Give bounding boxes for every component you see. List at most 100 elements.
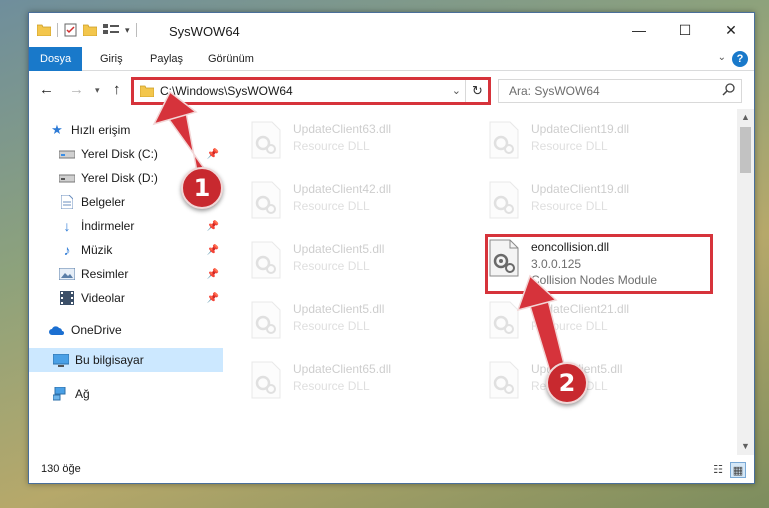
sidebar-item-music[interactable]: ♪ Müzik 📌 xyxy=(29,238,223,262)
sidebar-item-label: Videolar xyxy=(81,291,125,305)
forward-button[interactable]: → xyxy=(69,81,84,98)
computer-icon xyxy=(53,352,69,368)
window-title: SysWOW64 xyxy=(169,24,240,39)
scroll-up-arrow[interactable]: ▲ xyxy=(737,109,754,126)
document-icon xyxy=(59,194,75,210)
minimize-button[interactable]: — xyxy=(616,13,662,47)
properties-icon[interactable] xyxy=(64,23,77,37)
sidebar-item-label: Yerel Disk (C:) xyxy=(81,147,158,161)
vertical-scrollbar[interactable]: ▲ ▼ xyxy=(737,109,754,455)
dll-file-icon xyxy=(251,181,281,219)
sidebar-item-onedrive[interactable]: OneDrive xyxy=(29,318,223,342)
file-name: UpdateClient42.dll xyxy=(293,182,392,196)
file-name: UpdateClient65.dll xyxy=(293,362,392,376)
file-item[interactable]: UpdateClient19.dll Resource DLL xyxy=(483,175,703,225)
sidebar-item-label: Ağ xyxy=(75,387,90,401)
pin-icon[interactable]: 📌 xyxy=(207,221,219,232)
item-count: 130 öğe xyxy=(41,463,81,475)
step-1-badge: 1 xyxy=(181,167,223,209)
details-view-icon[interactable]: ☷ xyxy=(710,462,726,478)
music-icon: ♪ xyxy=(63,242,71,258)
up-button[interactable]: ↑ xyxy=(113,81,121,98)
file-type: Resource DLL xyxy=(293,139,370,153)
tab-share[interactable]: Paylaş xyxy=(139,47,194,71)
file-name: UpdateClient19.dll xyxy=(531,122,630,136)
ribbon-tabs: Dosya Giriş Paylaş Görünüm ⌄ ? xyxy=(29,47,754,71)
title-bar: ▾ SysWOW64 — ☐ ✕ xyxy=(29,13,754,47)
expand-ribbon-icon[interactable]: ⌄ xyxy=(718,52,726,63)
scrollbar-thumb[interactable] xyxy=(740,127,751,173)
recent-locations-dropdown[interactable]: ▾ xyxy=(95,85,100,96)
sidebar-item-label: Yerel Disk (D:) xyxy=(81,171,158,185)
file-item[interactable]: UpdateClient21.dll Resource DLL xyxy=(483,295,703,345)
file-type: Resource DLL xyxy=(531,199,608,213)
tab-home[interactable]: Giriş xyxy=(89,47,134,71)
file-name: UpdateClient19.dll xyxy=(531,182,630,196)
file-item[interactable]: UpdateClient5.dll Resource DLL xyxy=(483,355,703,405)
dll-file-icon xyxy=(251,121,281,159)
maximize-button[interactable]: ☐ xyxy=(662,13,708,47)
file-item[interactable]: UpdateClient19.dll Resource DLL xyxy=(483,115,703,165)
window-controls: — ☐ ✕ xyxy=(616,13,754,47)
search-input[interactable]: Ara: SysWOW64 xyxy=(509,84,600,98)
file-name: UpdateClient21.dll xyxy=(531,302,630,316)
sidebar-item-downloads[interactable]: ↓ İndirmeler 📌 xyxy=(29,214,223,238)
file-highlight-box xyxy=(485,234,713,294)
sidebar-item-label: Müzik xyxy=(81,243,113,257)
star-icon: ★ xyxy=(51,122,63,137)
drive-icon xyxy=(59,146,75,162)
file-type: Resource DLL xyxy=(293,319,370,333)
dll-file-icon xyxy=(251,361,281,399)
help-button[interactable]: ? xyxy=(732,51,748,67)
sidebar-item-local-disk-c[interactable]: Yerel Disk (C:) 📌 xyxy=(29,142,223,166)
view-options-icon[interactable] xyxy=(103,24,119,36)
new-folder-icon[interactable] xyxy=(83,24,97,36)
file-item[interactable]: UpdateClient5.dll Resource DLL xyxy=(245,235,465,285)
sidebar-item-label: Belgeler xyxy=(81,195,126,209)
pin-icon[interactable]: 📌 xyxy=(207,245,219,256)
file-name: UpdateClient63.dll xyxy=(293,122,392,136)
sidebar-item-label: Hızlı erişim xyxy=(71,123,131,137)
file-item[interactable]: UpdateClient63.dll Resource DLL xyxy=(245,115,465,165)
tab-view[interactable]: Görünüm xyxy=(197,47,265,71)
download-icon: ↓ xyxy=(63,218,71,234)
video-icon xyxy=(59,290,75,306)
file-item[interactable]: UpdateClient5.dll Resource DLL xyxy=(245,295,465,345)
sidebar-item-pictures[interactable]: Resimler 📌 xyxy=(29,262,223,286)
dll-file-icon xyxy=(489,181,519,219)
customize-toolbar-dropdown[interactable]: ▾ xyxy=(125,25,130,36)
back-button[interactable]: ← xyxy=(39,81,54,98)
pin-icon[interactable]: 📌 xyxy=(207,149,219,160)
toolbar-divider xyxy=(135,23,137,37)
file-item[interactable]: UpdateClient42.dll Resource DLL xyxy=(245,175,465,225)
step-2-badge: 2 xyxy=(546,362,588,404)
sidebar-item-quick-access[interactable]: ★ Hızlı erişim xyxy=(29,118,223,142)
tiles-view-icon[interactable]: ▦ xyxy=(730,462,746,478)
search-box[interactable]: Ara: SysWOW64 xyxy=(498,79,742,103)
file-name: UpdateClient5.dll xyxy=(293,242,385,256)
sidebar-item-label: OneDrive xyxy=(71,323,122,337)
tab-file[interactable]: Dosya xyxy=(29,47,83,71)
file-type: Resource DLL xyxy=(293,199,370,213)
toolbar-divider xyxy=(57,23,58,37)
network-icon xyxy=(53,386,69,402)
file-item[interactable]: UpdateClient65.dll Resource DLL xyxy=(245,355,465,405)
file-type: Resource DLL xyxy=(293,259,370,273)
scroll-down-arrow[interactable]: ▼ xyxy=(737,438,754,455)
dll-file-icon xyxy=(489,361,519,399)
sidebar-item-label: Resimler xyxy=(81,267,129,281)
sidebar-item-videos[interactable]: Videolar 📌 xyxy=(29,286,223,310)
sidebar-item-this-pc[interactable]: Bu bilgisayar xyxy=(29,348,223,372)
navigation-pane: ★ Hızlı erişim Yerel Disk (C:) 📌 Yerel D… xyxy=(29,115,223,455)
pin-icon[interactable]: 📌 xyxy=(207,269,219,280)
status-bar: 130 öğe ☷ ▦ xyxy=(29,457,754,483)
cloud-icon xyxy=(49,322,65,338)
dll-file-icon xyxy=(489,121,519,159)
pin-icon[interactable]: 📌 xyxy=(207,293,219,304)
pictures-icon xyxy=(59,266,75,282)
sidebar-item-network[interactable]: Ağ xyxy=(29,382,223,406)
search-icon[interactable] xyxy=(722,83,735,96)
drive-icon xyxy=(59,170,75,186)
file-name: UpdateClient5.dll xyxy=(293,302,385,316)
close-button[interactable]: ✕ xyxy=(708,13,754,47)
